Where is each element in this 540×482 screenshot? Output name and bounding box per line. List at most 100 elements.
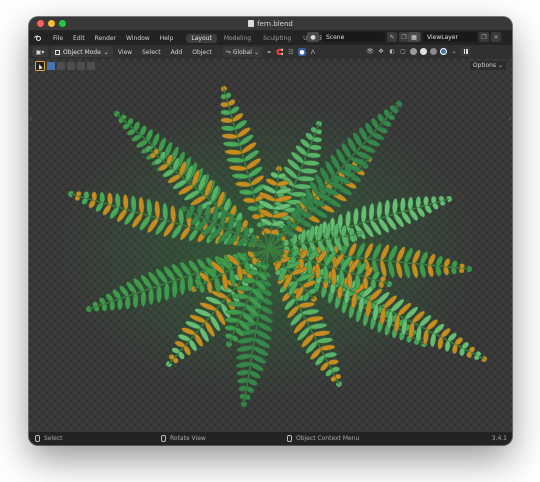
header-menu-view[interactable]: View (113, 49, 137, 56)
frond-leaflet (75, 191, 82, 197)
header-menu-add[interactable]: Add (166, 49, 188, 56)
chevron-down-icon[interactable]: ⌄ (450, 48, 458, 56)
frond-leaflet (171, 279, 178, 299)
transform-orientation-dropdown[interactable]: ⥆ Global ⌄ (223, 47, 262, 57)
workspace-tab-modeling[interactable]: Modeling (219, 34, 256, 43)
chevron-down-icon: ⌄ (103, 48, 109, 56)
scene-selector: ● Scene ✎ ❐ × (307, 32, 421, 42)
wireframe-shading-icon[interactable] (410, 48, 417, 55)
select-invert-icon[interactable] (77, 62, 85, 70)
shading-controls: 👁 ✥ ◐ ▢ ⌄ (366, 47, 470, 56)
select-new-icon[interactable] (47, 62, 55, 70)
window-title: fern.blend (29, 17, 512, 30)
frond-leaflet (124, 295, 131, 310)
frond-leaflet (224, 333, 233, 339)
mode-dropdown[interactable]: Object Mode ⌄ (51, 47, 113, 57)
menu-edit[interactable]: Edit (68, 35, 90, 42)
mode-label: Object Mode (63, 48, 101, 56)
blender-logo-icon[interactable] (33, 34, 43, 43)
version-label: 3.4.1 (491, 435, 507, 442)
view-layer-name: ViewLayer (427, 33, 458, 41)
frond-leaflet (473, 354, 480, 361)
status-context-label: Object Context Menu (296, 435, 360, 442)
falloff-icon[interactable]: Λ (309, 48, 317, 56)
frond-leaflet (225, 341, 230, 347)
scene-name-field[interactable]: Scene (322, 32, 385, 42)
rendered-shading-icon[interactable] (440, 48, 447, 55)
menu-help[interactable]: Help (155, 35, 179, 42)
frond-leaflet (163, 282, 170, 301)
pin-scene-icon[interactable]: ✎ (387, 32, 397, 42)
status-select: Select (35, 435, 63, 442)
snap-icon[interactable]: 🧲 (276, 48, 284, 56)
gizmo-icon[interactable]: ✥ (377, 48, 385, 56)
xray-icon[interactable]: ▢ (399, 48, 407, 56)
frond-leaflet (430, 195, 437, 204)
snap-settings-icon[interactable]: ☷ (287, 48, 295, 56)
menu-window[interactable]: Window (121, 35, 155, 42)
new-view-layer-icon[interactable]: ❐ (479, 32, 489, 42)
frond-leaflet (181, 205, 187, 210)
frond-leaflet (370, 278, 377, 290)
delete-view-layer-icon[interactable]: × (491, 32, 501, 42)
workspace-tab-sculpting[interactable]: Sculpting (258, 34, 296, 43)
visibility-icon[interactable]: 👁 (366, 48, 374, 56)
frond-leaflet (91, 191, 98, 201)
editor-type-icon[interactable]: ▣▾ (32, 47, 48, 57)
scene-icon[interactable]: ● (307, 32, 319, 42)
left-mouse-icon (35, 435, 40, 442)
frond-leaflet (282, 253, 288, 259)
view-layer-icon[interactable]: ▦ (408, 32, 420, 42)
select-extend-icon[interactable] (57, 62, 65, 70)
material-preview-icon[interactable] (430, 48, 437, 55)
header-menu-object[interactable]: Object (187, 49, 217, 56)
frond-leaflet (83, 191, 90, 199)
blender-window: fern.blend File Edit Render Window Help … (29, 17, 512, 445)
frond-leaflet (290, 255, 297, 265)
frond-leaflet (132, 292, 139, 309)
select-intersect-icon[interactable] (87, 62, 95, 70)
solid-shading-icon[interactable] (420, 48, 427, 55)
proportional-edit-icon[interactable]: ● (297, 48, 306, 56)
frond-leaflet (315, 128, 323, 135)
select-box-tool-icon[interactable] (35, 61, 45, 71)
frond-leaflet (247, 205, 259, 212)
toolbar-collapse-icon[interactable]: › (30, 117, 32, 123)
right-mouse-icon (287, 435, 292, 442)
frond-leaflet (179, 277, 186, 296)
menu-file[interactable]: File (48, 35, 68, 42)
frond-leaflet (362, 276, 369, 290)
frond-leaflet (117, 298, 123, 311)
header-menu-select[interactable]: Select (137, 49, 166, 56)
frond-leaflet (298, 257, 305, 270)
menu-render[interactable]: Render (90, 35, 121, 42)
frond-leaflet (255, 261, 263, 268)
blend-file-icon (248, 20, 255, 27)
fern-render-image (54, 85, 488, 408)
options-dropdown[interactable]: Options ⌄ (469, 61, 506, 70)
frond-leaflet (220, 101, 229, 108)
frond-leaflet (68, 190, 74, 195)
frond-leaflet (452, 343, 458, 355)
frond-leaflet (140, 290, 147, 307)
view-layer-name-field[interactable]: ViewLayer (423, 32, 477, 42)
middle-mouse-icon (161, 435, 166, 442)
window-title-text: fern.blend (257, 19, 293, 28)
sidebar-collapse-icon[interactable]: ‹ (509, 117, 511, 123)
frond-leaflet (312, 136, 323, 143)
status-bar: Select Rotate View Object Context Menu 3… (29, 432, 512, 445)
overlays-icon[interactable]: ◐ (388, 48, 396, 56)
pivot-point-icon[interactable]: ⚭ (265, 48, 273, 56)
frond-leaflet (248, 269, 260, 276)
3d-viewport[interactable]: Options ⌄ › ‹ (29, 59, 512, 432)
pause-render-button[interactable] (461, 47, 470, 56)
scene-name: Scene (326, 33, 345, 41)
select-subtract-icon[interactable] (67, 62, 75, 70)
status-context: Object Context Menu (287, 435, 359, 442)
frond-leaflet (378, 281, 385, 289)
tool-header (35, 61, 95, 71)
workspace-tab-layout[interactable]: Layout (186, 33, 217, 43)
view-layer-selector: ▦ ViewLayer ❐ × (408, 32, 501, 42)
frond-leaflet (318, 121, 323, 127)
frond-leaflet (156, 285, 162, 304)
